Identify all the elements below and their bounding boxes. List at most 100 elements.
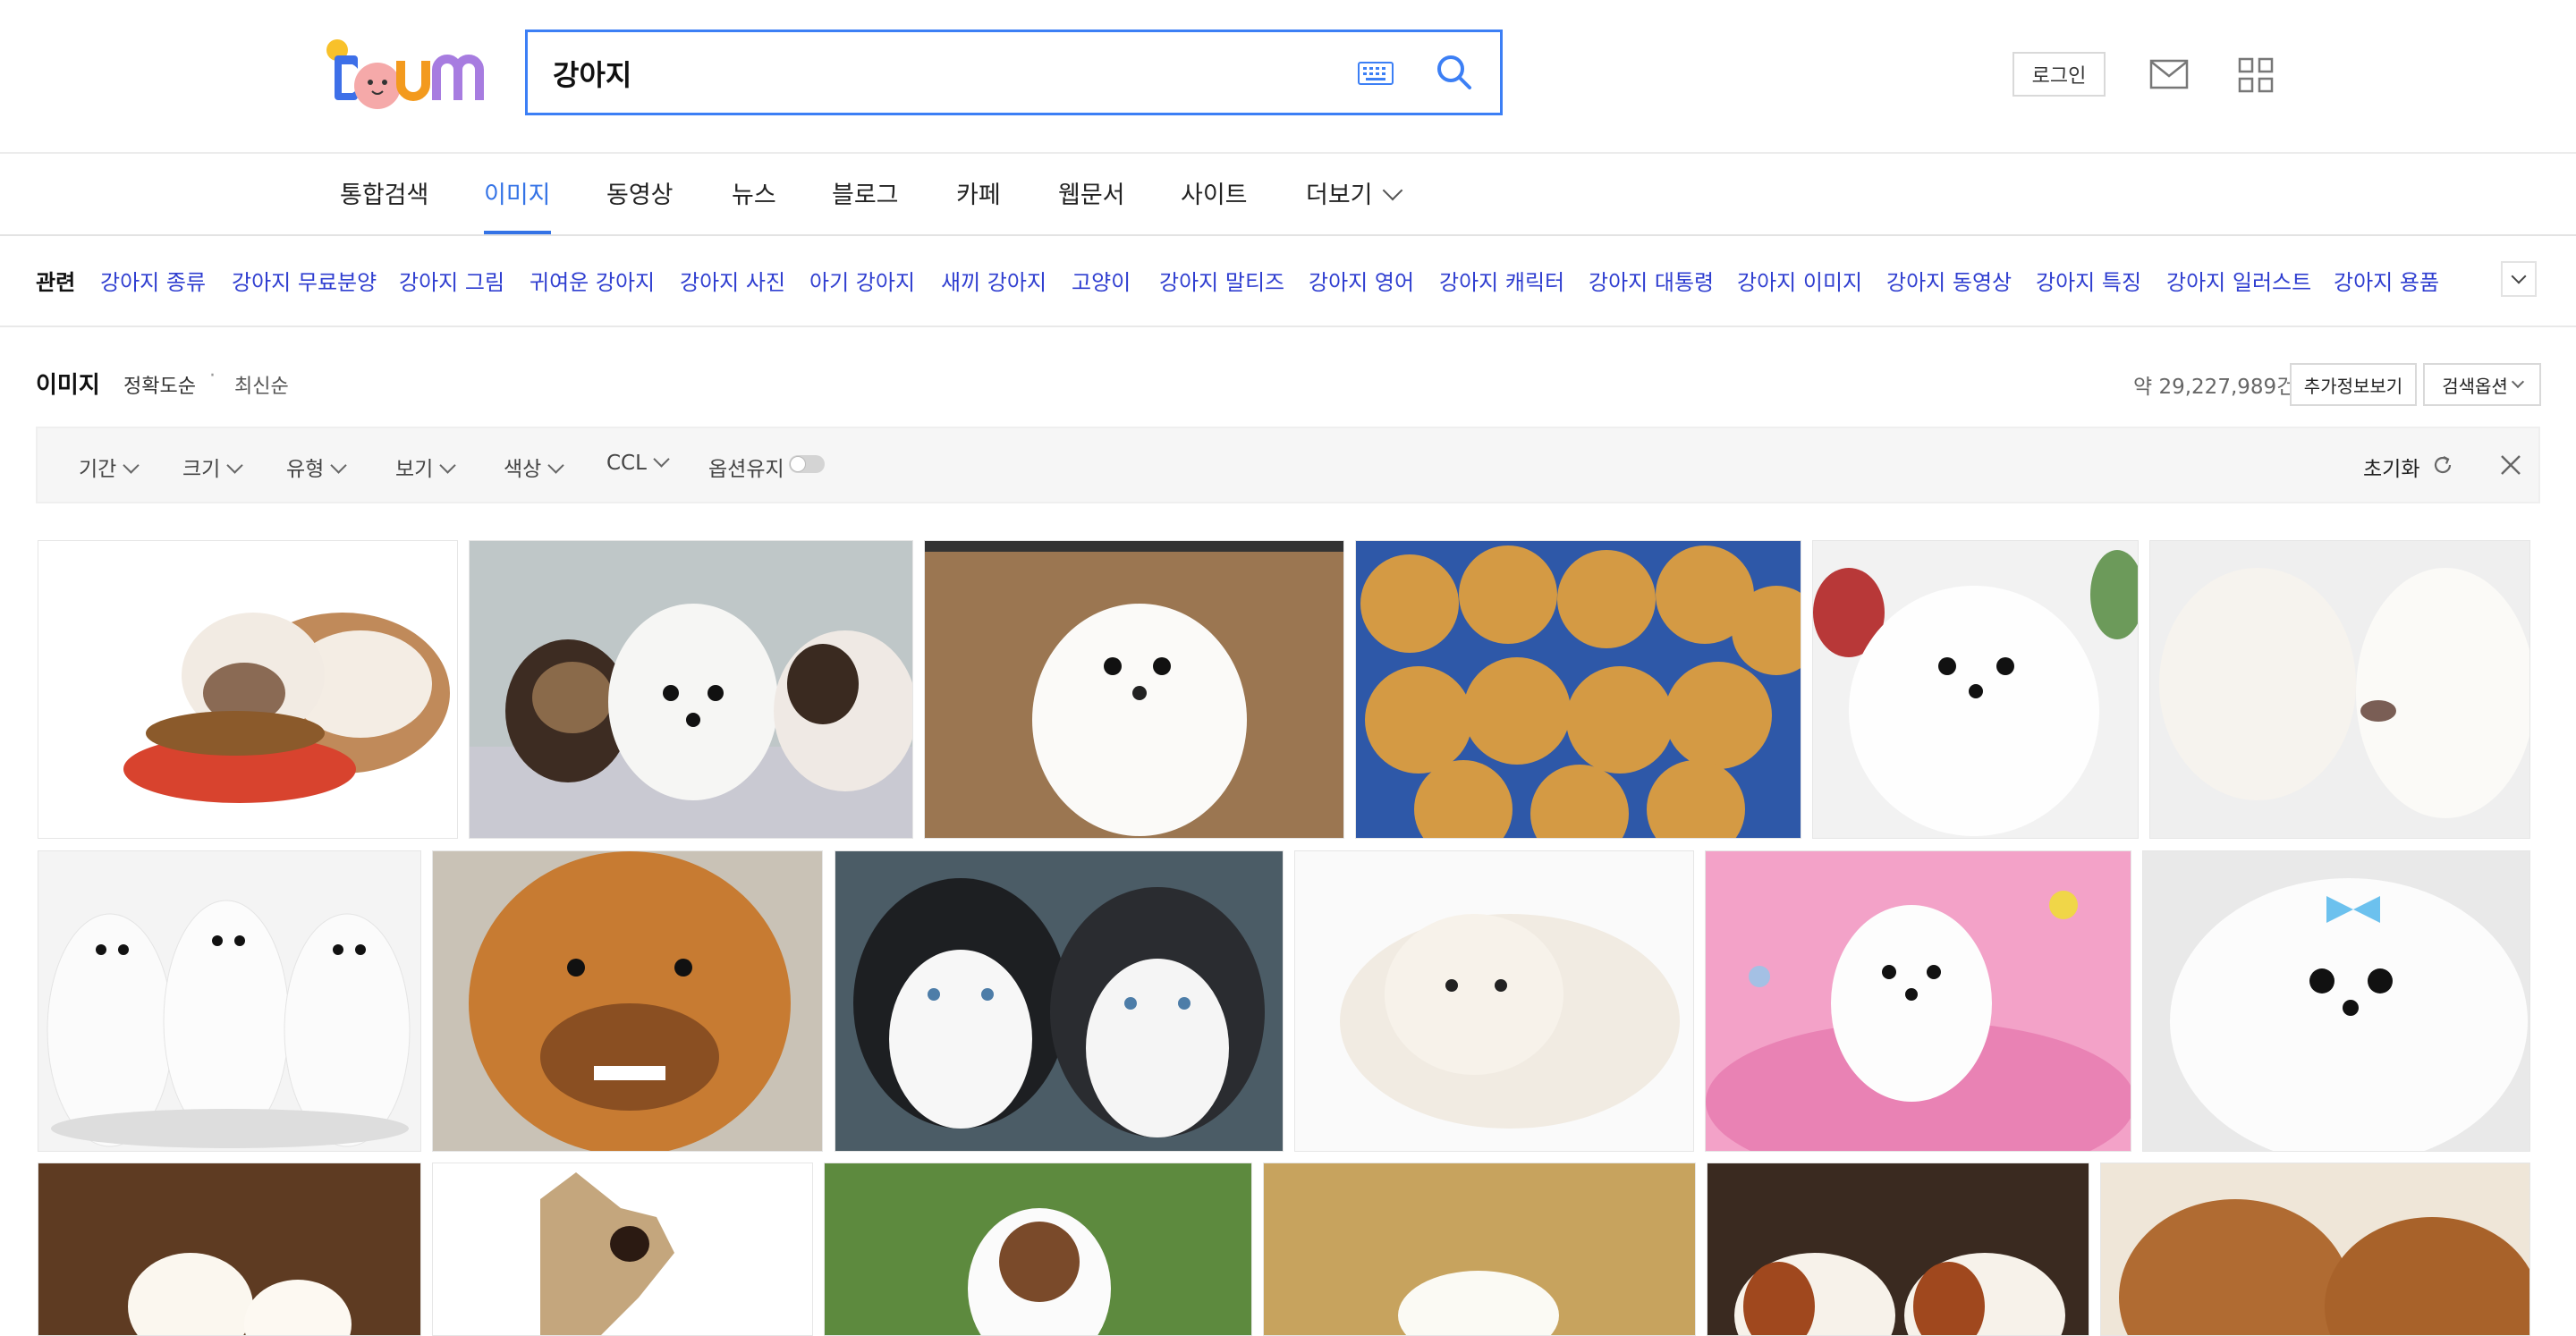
image-thumbnail[interactable]	[835, 850, 1284, 1152]
search-option-label: 검색옵션	[2442, 375, 2508, 397]
image-thumbnail[interactable]	[1707, 1163, 2089, 1336]
filter-ccl-label: CCL	[606, 452, 647, 475]
image-howling-dog	[433, 1163, 812, 1335]
keep-option-toggle[interactable]	[789, 455, 825, 473]
image-three-maltese	[38, 851, 420, 1151]
image-two-white-puppies	[2150, 541, 2529, 838]
image-thumbnail[interactable]	[824, 1163, 1252, 1336]
tab-videos[interactable]: 동영상	[606, 175, 674, 234]
mail-icon[interactable]	[2149, 59, 2189, 89]
filter-size-label: 크기	[182, 458, 221, 481]
image-thumbnail[interactable]	[38, 850, 421, 1152]
filter-type[interactable]: 유형	[286, 452, 348, 482]
related-item[interactable]: 강아지 사진	[680, 265, 785, 296]
image-three-puppies	[470, 541, 912, 838]
tab-cafe[interactable]: 카페	[956, 175, 1001, 234]
related-expand-button[interactable]	[2501, 261, 2537, 297]
related-item[interactable]: 강아지 그림	[399, 265, 504, 296]
tab-more[interactable]: 더보기	[1306, 175, 1402, 234]
tab-images[interactable]: 이미지	[484, 175, 551, 234]
refresh-icon[interactable]	[2431, 453, 2454, 477]
image-thumbnail[interactable]	[1263, 1163, 1696, 1336]
chevron-down-icon	[226, 457, 244, 474]
related-item[interactable]: 강아지 종류	[100, 265, 206, 296]
image-brown-puppies	[2101, 1163, 2529, 1335]
image-thumbnail[interactable]	[924, 540, 1344, 839]
filter-ccl[interactable]: CCL	[606, 451, 670, 475]
image-thumbnail[interactable]	[38, 1163, 421, 1336]
image-thumbnail[interactable]	[432, 1163, 813, 1336]
related-item[interactable]: 강아지 말티즈	[1159, 265, 1284, 296]
image-thumbnail[interactable]	[469, 540, 913, 839]
header: 로그인	[0, 0, 2576, 154]
section-title: 이미지	[36, 372, 100, 399]
close-icon[interactable]	[2499, 453, 2522, 477]
apps-grid-icon[interactable]	[2238, 57, 2274, 93]
result-count: 약 29,227,989건	[2133, 376, 2296, 399]
tab-all[interactable]: 통합검색	[340, 175, 428, 234]
chevron-down-icon	[653, 451, 670, 468]
related-item[interactable]: 강아지 일러스트	[2166, 265, 2311, 296]
image-golden-puppies	[1356, 541, 1801, 838]
image-thumbnail[interactable]	[2142, 850, 2530, 1152]
filter-type-label: 유형	[286, 458, 325, 481]
image-puppy-pink-bed	[1706, 851, 2131, 1151]
tab-more-label: 더보기	[1306, 182, 1373, 209]
related-item[interactable]: 강아지 대통령	[1589, 265, 1714, 296]
related-item[interactable]: 새끼 강아지	[941, 265, 1046, 296]
image-thumbnail[interactable]	[38, 540, 458, 839]
daum-logo[interactable]	[322, 32, 492, 111]
image-thumbnail[interactable]	[1812, 540, 2139, 839]
more-info-button[interactable]: 추가정보보기	[2290, 363, 2417, 406]
image-thumbnail[interactable]	[2100, 1163, 2530, 1336]
related-item[interactable]: 강아지 용품	[2334, 265, 2439, 296]
image-thumbnail[interactable]	[432, 850, 823, 1152]
filter-view-label: 보기	[395, 458, 434, 481]
tab-site[interactable]: 사이트	[1181, 175, 1248, 234]
filter-keep-option-label: 옵션유지	[708, 458, 784, 481]
image-thumbnail[interactable]	[1705, 850, 2131, 1152]
related-item[interactable]: 강아지 이미지	[1737, 265, 1862, 296]
reset-button[interactable]: 초기화	[2363, 452, 2419, 482]
toggle-knob	[790, 456, 806, 472]
image-growling-dog	[433, 851, 822, 1151]
tab-blog[interactable]: 블로그	[832, 175, 899, 234]
image-puppy-on-grass	[1264, 1163, 1695, 1335]
filter-size[interactable]: 크기	[182, 452, 244, 482]
tab-news[interactable]: 뉴스	[732, 175, 776, 234]
sort-accuracy[interactable]: 정확도순	[123, 370, 196, 399]
image-jack-russell	[825, 1163, 1251, 1335]
related-item[interactable]: 강아지 무료분양	[232, 265, 377, 296]
filter-view[interactable]: 보기	[395, 452, 457, 482]
filter-period[interactable]: 기간	[79, 452, 140, 482]
related-searches: 관련 강아지 종류 강아지 무료분양 강아지 그림 귀여운 강아지 강아지 사진…	[0, 236, 2576, 327]
chevron-down-icon	[2511, 268, 2527, 284]
related-item[interactable]: 강아지 특징	[2036, 265, 2141, 296]
search-input[interactable]	[551, 43, 1324, 104]
related-label: 관련	[36, 270, 76, 295]
image-thumbnail[interactable]	[1294, 850, 1694, 1152]
image-bulldog	[38, 541, 457, 838]
image-thumbnail[interactable]	[1355, 540, 1801, 839]
filter-color[interactable]: 색상	[504, 452, 565, 482]
related-item[interactable]: 강아지 캐릭터	[1439, 265, 1564, 296]
search-box	[525, 30, 1503, 115]
related-item[interactable]: 강아지 영어	[1309, 265, 1414, 296]
keyboard-icon[interactable]	[1358, 62, 1394, 85]
related-item[interactable]: 강아지 동영상	[1886, 265, 2012, 296]
image-thumbnail[interactable]	[2149, 540, 2530, 839]
search-icon[interactable]	[1434, 52, 1475, 93]
related-item[interactable]: 귀여운 강아지	[530, 265, 655, 296]
search-option-button[interactable]: 검색옵션	[2423, 363, 2541, 406]
image-maltese-ribbon	[2143, 851, 2529, 1151]
filter-bar: 기간 크기 유형 보기 색상 CCL 옵션유지 초기화	[36, 427, 2540, 503]
image-samoyed-puppies	[38, 1163, 420, 1335]
tab-web[interactable]: 웹문서	[1058, 175, 1125, 234]
related-item[interactable]: 고양이	[1072, 265, 1131, 296]
sort-recent[interactable]: 최신순	[234, 370, 289, 399]
image-fluffy-puppy	[1295, 851, 1693, 1151]
chevron-down-icon	[1382, 180, 1402, 201]
image-husky-puppies	[835, 851, 1283, 1151]
related-item[interactable]: 아기 강아지	[809, 265, 915, 296]
login-button[interactable]: 로그인	[2012, 52, 2106, 97]
